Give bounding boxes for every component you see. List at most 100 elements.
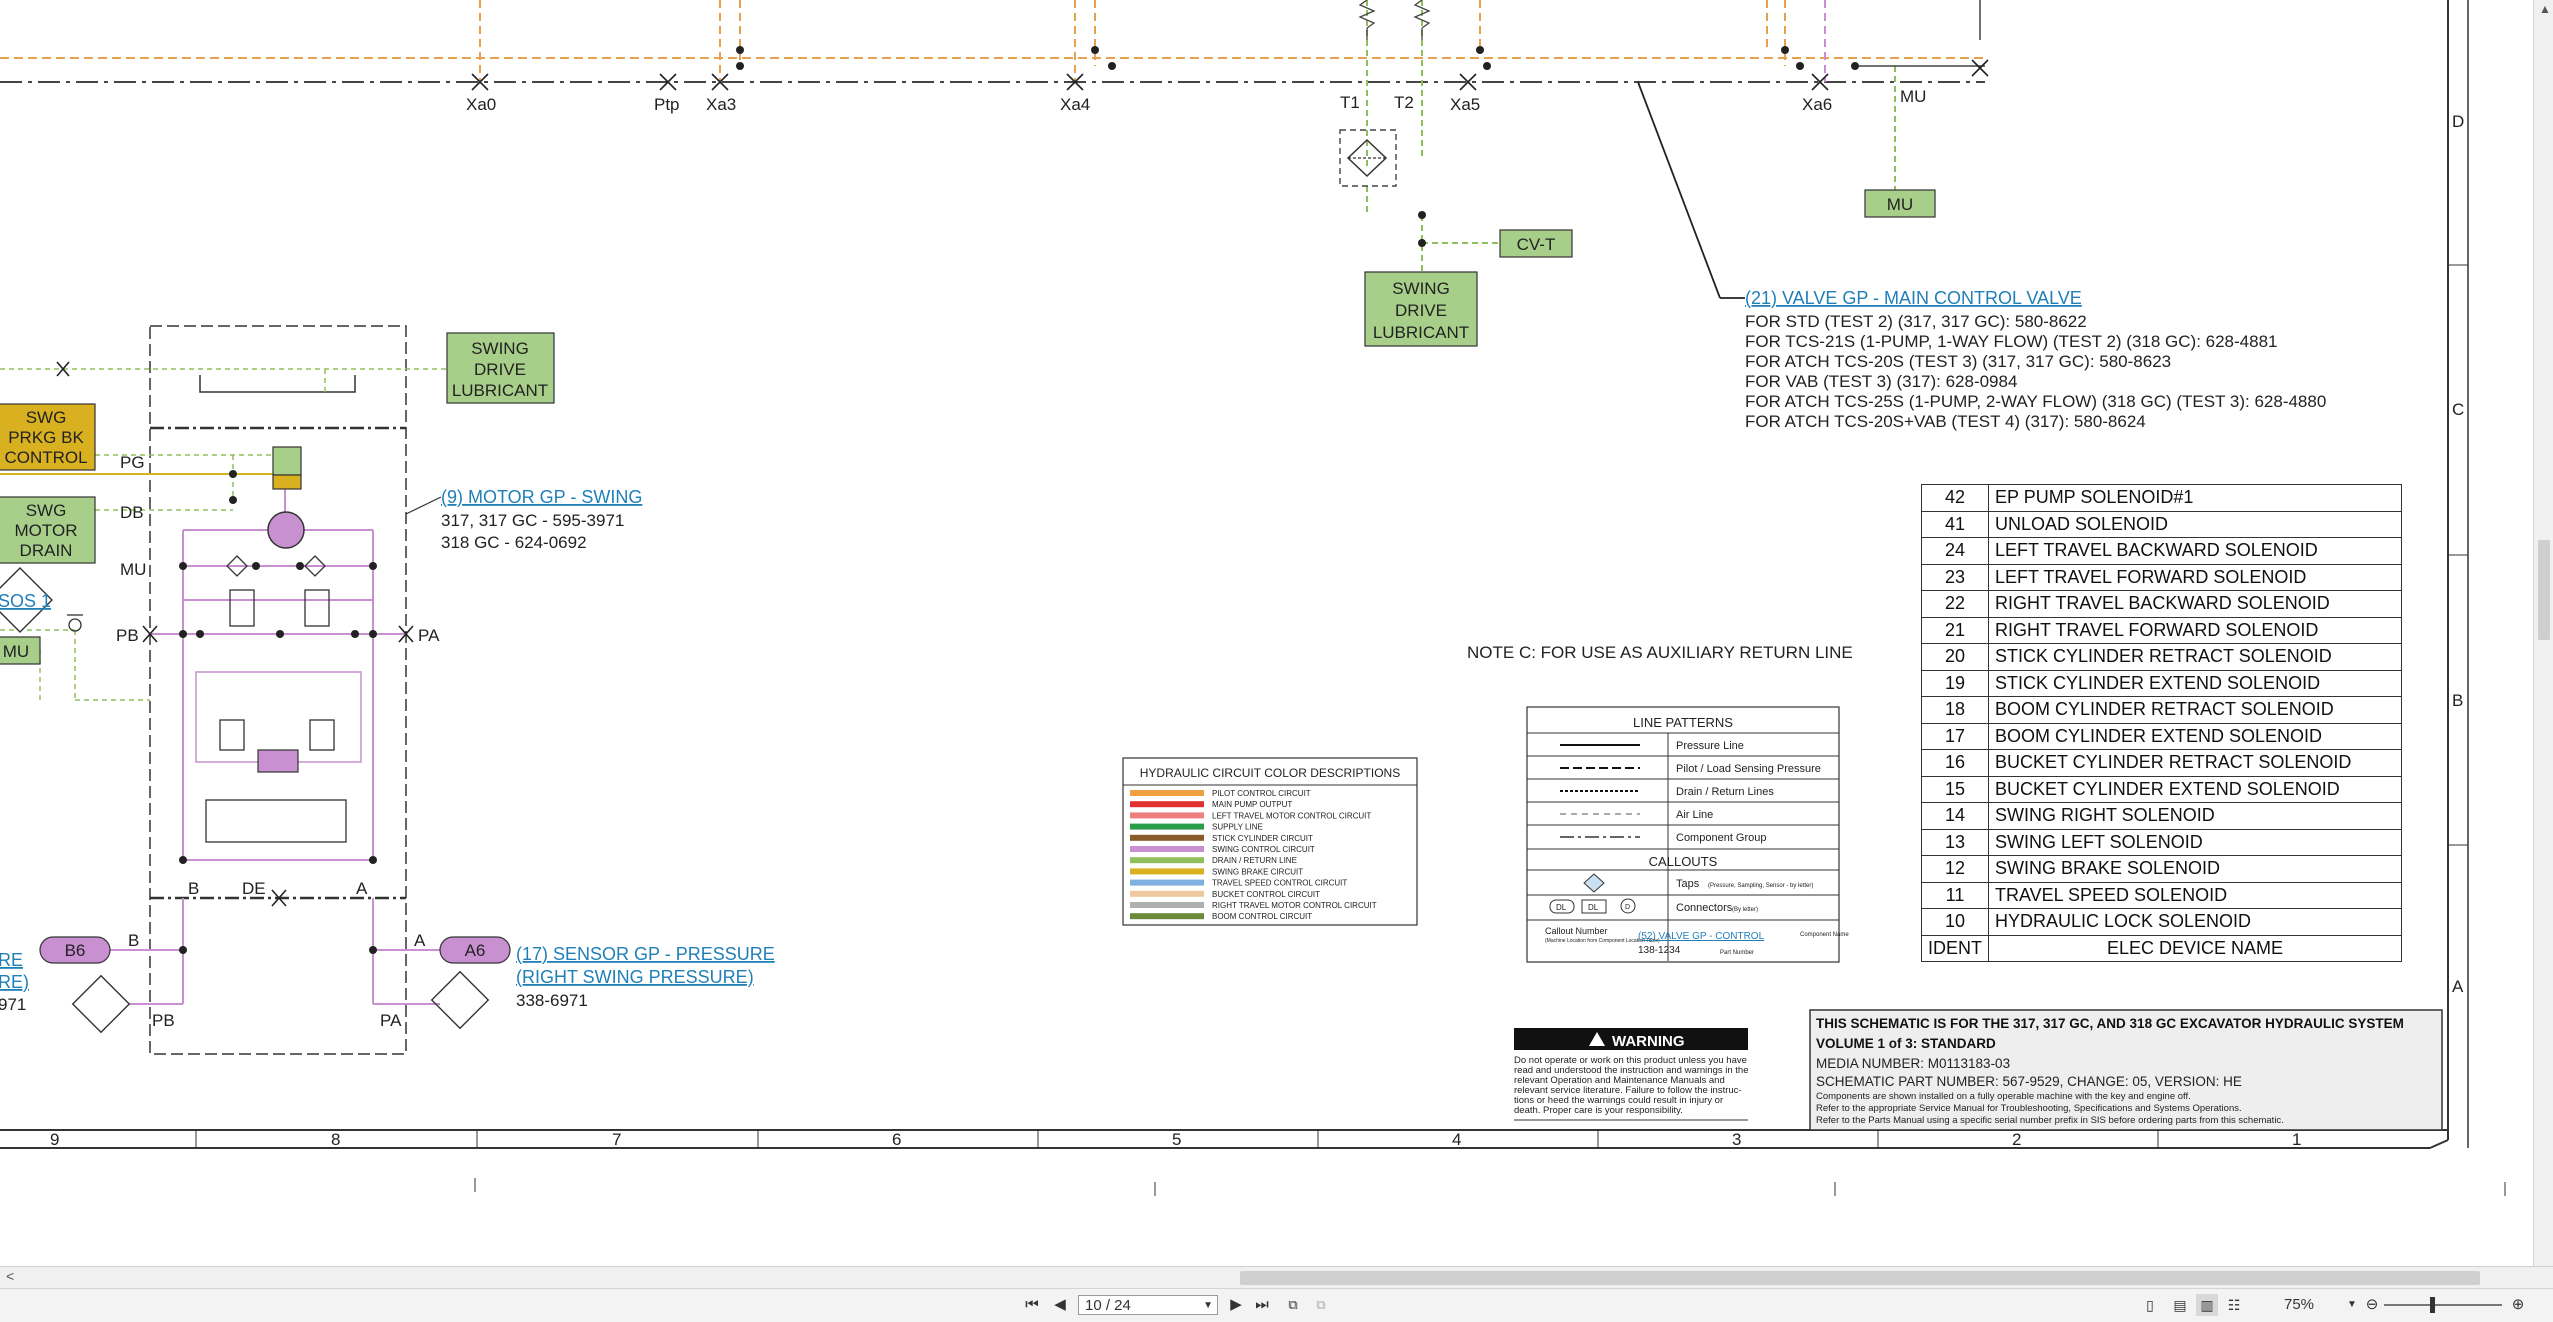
- page-number-value: 10 / 24: [1085, 1297, 1131, 1314]
- zoom-slider-knob[interactable]: [2430, 1297, 2435, 1313]
- device-ident: 14: [1921, 802, 1989, 830]
- page-dropdown-icon[interactable]: ▼: [1203, 1296, 1213, 1316]
- ident-header: IDENT: [1921, 934, 1989, 962]
- svg-text:MU: MU: [3, 642, 29, 661]
- sensor-link-sub[interactable]: (RIGHT SWING PRESSURE): [516, 967, 754, 987]
- filter-symbol: [1339, 129, 1397, 187]
- zone-letter-b: B: [2452, 691, 2463, 710]
- last-page-icon[interactable]: ⏭: [1252, 1294, 1272, 1316]
- next-page-icon[interactable]: ▶: [1226, 1294, 1246, 1316]
- svg-text:DL: DL: [1588, 903, 1599, 912]
- zone-letter-c: C: [2452, 400, 2464, 419]
- svg-text:Components are shown installed: Components are shown installed on a full…: [1816, 1091, 2191, 1102]
- legend-swatch: [1130, 879, 1204, 886]
- color-legend: HYDRAULIC CIRCUIT COLOR DESCRIPTIONS PIL…: [1122, 757, 1418, 926]
- book-view-icon[interactable]: ☷: [2224, 1294, 2244, 1316]
- device-row: 42 EP PUMP SOLENOID#1: [1921, 484, 2402, 512]
- svg-text:SWG: SWG: [26, 408, 67, 427]
- device-row: 16 BUCKET CYLINDER RETRACT SOLENOID: [1921, 749, 2402, 777]
- svg-text:317, 317 GC - 595-3971: 317, 317 GC - 595-3971: [441, 511, 624, 530]
- svg-text:PB: PB: [116, 626, 139, 645]
- svg-text:CALLOUTS: CALLOUTS: [1649, 854, 1718, 869]
- zoom-out-icon[interactable]: ⊖: [2362, 1294, 2382, 1316]
- svg-text:PB: PB: [152, 1011, 175, 1030]
- sos-link[interactable]: SOS 1: [0, 591, 51, 611]
- svg-text:(52) VALVE GP - CONTROL: (52) VALVE GP - CONTROL: [1638, 931, 1765, 942]
- zone-letters: D C B A: [2452, 112, 2464, 996]
- prev-page-icon[interactable]: ◀: [1050, 1294, 1070, 1316]
- zone-number-7: 7: [612, 1130, 621, 1149]
- line-patterns-legend: LINE PATTERNS Pressure Line Pilot / Load…: [1526, 706, 1849, 963]
- legend-label: PILOT CONTROL CIRCUIT: [1212, 789, 1311, 798]
- svg-text:Connectors: Connectors: [1676, 902, 1733, 914]
- svg-text:SWING: SWING: [471, 339, 529, 358]
- zoom-level[interactable]: 75%: [2284, 1295, 2314, 1315]
- svg-text:PG: PG: [120, 453, 145, 472]
- device-row: 41 UNLOAD SOLENOID: [1921, 510, 2402, 538]
- device-ident: 24: [1921, 537, 1989, 565]
- port-label-t1: T1: [1340, 93, 1360, 112]
- svg-text:Refer to the Parts Manual usin: Refer to the Parts Manual using a specif…: [1816, 1115, 2284, 1126]
- zoom-slider[interactable]: [2384, 1304, 2502, 1306]
- device-name: SWING RIGHT SOLENOID: [1988, 802, 2402, 830]
- device-row: 23 LEFT TRAVEL FORWARD SOLENOID: [1921, 563, 2402, 591]
- elec-device-name-header: ELEC DEVICE NAME: [1988, 934, 2402, 962]
- vertical-scrollbar[interactable]: ▲: [2533, 0, 2553, 1266]
- continuous-view-icon[interactable]: ▤: [2170, 1294, 2190, 1316]
- port-label-mu: MU: [1900, 87, 1926, 106]
- scroll-up-icon[interactable]: ▲: [2539, 2, 2551, 16]
- legend-swatch: [1130, 868, 1204, 875]
- device-name: BUCKET CYLINDER RETRACT SOLENOID: [1988, 749, 2402, 777]
- svg-text:RE): RE): [0, 972, 29, 992]
- svg-text:LUBRICANT: LUBRICANT: [1373, 323, 1469, 342]
- zoom-dropdown-icon[interactable]: ▼: [2346, 1294, 2358, 1316]
- svg-text:DE: DE: [242, 879, 266, 898]
- device-ident: 18: [1921, 696, 1989, 724]
- port-label-ptp: Ptp: [654, 95, 680, 114]
- device-row: 21 RIGHT TRAVEL FORWARD SOLENOID: [1921, 616, 2402, 644]
- svg-text:138-1234: 138-1234: [1638, 945, 1681, 956]
- device-name: STICK CYLINDER EXTEND SOLENOID: [1988, 669, 2402, 697]
- svg-text:(By letter): (By letter): [1732, 907, 1758, 913]
- main-control-valve-link[interactable]: (21) VALVE GP - MAIN CONTROL VALVE: [1745, 288, 2082, 308]
- svg-text:D: D: [1625, 904, 1630, 911]
- device-name: BOOM CYLINDER RETRACT SOLENOID: [1988, 696, 2402, 724]
- legend-swatch: [1130, 790, 1204, 796]
- svg-text:Part Number: Part Number: [1720, 950, 1754, 956]
- svg-text:B: B: [188, 879, 199, 898]
- horizontal-scroll-thumb[interactable]: [1240, 1271, 2480, 1285]
- motor-swing-link[interactable]: (9) MOTOR GP - SWING: [441, 487, 642, 507]
- legend-label: SUPPLY LINE: [1212, 823, 1263, 832]
- horizontal-scrollbar[interactable]: <: [0, 1266, 2553, 1289]
- device-ident: 21: [1921, 616, 1989, 644]
- vertical-scroll-thumb[interactable]: [2538, 540, 2550, 640]
- scroll-left-icon[interactable]: <: [6, 1268, 14, 1284]
- pressure-sensor-callout: (17) SENSOR GP - PRESSURE (RIGHT SWING P…: [516, 944, 775, 1010]
- swing-drive-lubricant-box-left: SWING DRIVE LUBRICANT: [446, 332, 555, 404]
- two-page-view-icon[interactable]: ▥: [2196, 1294, 2218, 1316]
- device-name: HYDRAULIC LOCK SOLENOID: [1988, 908, 2402, 936]
- paste-view-icon[interactable]: ⧉: [1310, 1294, 1332, 1316]
- svg-text:Pressure Line: Pressure Line: [1676, 740, 1744, 752]
- svg-text:MOTOR: MOTOR: [15, 521, 78, 540]
- single-page-view-icon[interactable]: ▯: [2140, 1294, 2160, 1316]
- svg-text:PRKG BK: PRKG BK: [8, 428, 84, 447]
- device-name: LEFT TRAVEL BACKWARD SOLENOID: [1988, 537, 2402, 565]
- svg-text:Drain / Return Lines: Drain / Return Lines: [1676, 786, 1774, 798]
- copy-view-icon[interactable]: ⧉: [1282, 1294, 1304, 1316]
- first-page-icon[interactable]: ⏮: [1022, 1294, 1042, 1316]
- page-number-field[interactable]: 10 / 24 ▼: [1078, 1295, 1218, 1315]
- sensor-link[interactable]: (17) SENSOR GP - PRESSURE: [516, 944, 775, 964]
- legend-swatch: [1130, 846, 1204, 852]
- viewer-toolbar: ⏮ ◀ 10 / 24 ▼ ▶ ⏭ ⧉ ⧉ ▯ ▤ ▥ ☷ 75% ▼ ⊖ ⊕: [0, 1288, 2553, 1322]
- svg-text:SCHEMATIC PART NUMBER: 567-952: SCHEMATIC PART NUMBER: 567-9529, CHANGE:…: [1816, 1074, 2242, 1089]
- svg-text:DRAIN: DRAIN: [20, 541, 73, 560]
- device-ident: 11: [1921, 881, 1989, 909]
- zoom-in-icon[interactable]: ⊕: [2508, 1294, 2528, 1316]
- svg-text:FOR STD (TEST 2) (317, 317 GC: FOR STD (TEST 2) (317, 317 GC): 580-8622: [1745, 312, 2087, 331]
- svg-text:971: 971: [0, 995, 26, 1014]
- svg-text:DRIVE: DRIVE: [474, 360, 526, 379]
- port-label-xa0: Xa0: [466, 95, 496, 114]
- device-name: LEFT TRAVEL FORWARD SOLENOID: [1988, 563, 2402, 591]
- device-ident: 17: [1921, 722, 1989, 750]
